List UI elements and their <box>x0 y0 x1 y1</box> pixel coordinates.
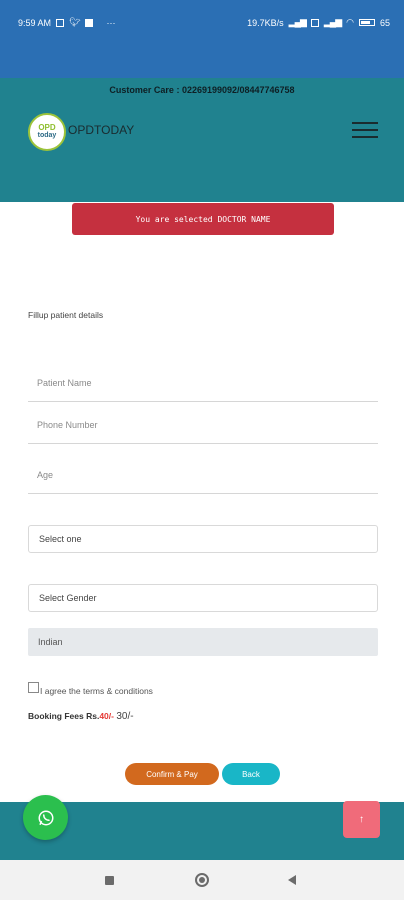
alert-text: You are selected DOCTOR NAME <box>135 214 271 224</box>
notification-icon <box>56 18 65 27</box>
network-speed: 19.7KB/s <box>247 17 284 28</box>
sim-icon <box>310 18 319 27</box>
whatsapp-button[interactable] <box>23 795 68 840</box>
whatsapp-icon <box>38 810 53 825</box>
confirm-pay-label: Confirm & Pay <box>146 769 198 779</box>
fees-label: Booking Fees Rs. <box>28 711 100 721</box>
signal2-icon: ▂▄▆ <box>323 17 342 27</box>
battery-icon <box>358 19 375 26</box>
arrow-up-icon: ↑ <box>359 814 364 825</box>
booking-fees: Booking Fees Rs.40/- 30/- <box>28 711 134 722</box>
wifi-icon: ◠ <box>346 17 354 27</box>
status-left: 9:59 AM 🐦︎ ··· <box>18 17 115 28</box>
twitter-icon: 🐦︎ <box>69 17 81 27</box>
patient-name-placeholder: Patient Name <box>37 378 92 388</box>
selected-doctor-alert: You are selected DOCTOR NAME <box>72 203 334 235</box>
status-right: 19.7KB/s ▂▄▆ ▂▄▆ ◠ 65 <box>247 17 390 28</box>
confirm-pay-button[interactable]: Confirm & Pay <box>125 763 219 785</box>
more-notifications-icon: ··· <box>106 17 116 28</box>
select-one-dropdown[interactable]: Select one <box>28 525 378 553</box>
terms-checkbox[interactable] <box>28 681 39 693</box>
age-placeholder: Age <box>37 470 54 480</box>
scroll-top-button[interactable]: ↑ <box>343 801 380 838</box>
battery-percent: 65 <box>379 17 390 28</box>
fees-old-price: 40/- <box>99 711 114 721</box>
fees-new-price: 30/- <box>116 711 134 722</box>
logo-text-bottom: today <box>37 132 57 139</box>
top-band <box>0 48 404 78</box>
patient-name-input[interactable]: Patient Name <box>28 378 378 402</box>
recent-apps-icon[interactable] <box>105 876 114 885</box>
logo-text-top: OPD <box>38 123 56 132</box>
status-time: 9:59 AM <box>18 17 52 28</box>
terms-label[interactable]: I agree the terms & conditions <box>40 686 153 696</box>
age-input[interactable]: Age <box>28 470 378 494</box>
gender-value: Select Gender <box>39 593 97 603</box>
phone-number-input[interactable]: Phone Number <box>28 420 378 444</box>
select-one-value: Select one <box>39 534 82 544</box>
site-logo[interactable]: OPD today <box>28 113 66 151</box>
signal-icon: ▂▄▆ <box>288 17 307 27</box>
menu-icon[interactable] <box>352 122 378 138</box>
brand-name[interactable]: OPDTODAY <box>68 123 134 137</box>
gender-dropdown[interactable]: Select Gender <box>28 584 378 612</box>
app-notification-icon <box>85 18 94 27</box>
nationality-value: Indian <box>38 637 63 647</box>
phone-number-placeholder: Phone Number <box>37 420 98 430</box>
nationality-field: Indian <box>28 628 378 656</box>
status-bar: 9:59 AM 🐦︎ ··· 19.7KB/s ▂▄▆ ▂▄▆ ◠ 65 <box>0 0 404 48</box>
back-button[interactable]: Back <box>222 763 280 785</box>
customer-care-text: Customer Care : 02269199092/08447746758 <box>109 85 295 95</box>
terms-row: I agree the terms & conditions <box>28 678 153 696</box>
back-nav-icon[interactable] <box>288 875 296 885</box>
back-label: Back <box>242 769 260 779</box>
home-icon[interactable] <box>195 873 209 887</box>
form-title: Fillup patient details <box>28 310 104 320</box>
